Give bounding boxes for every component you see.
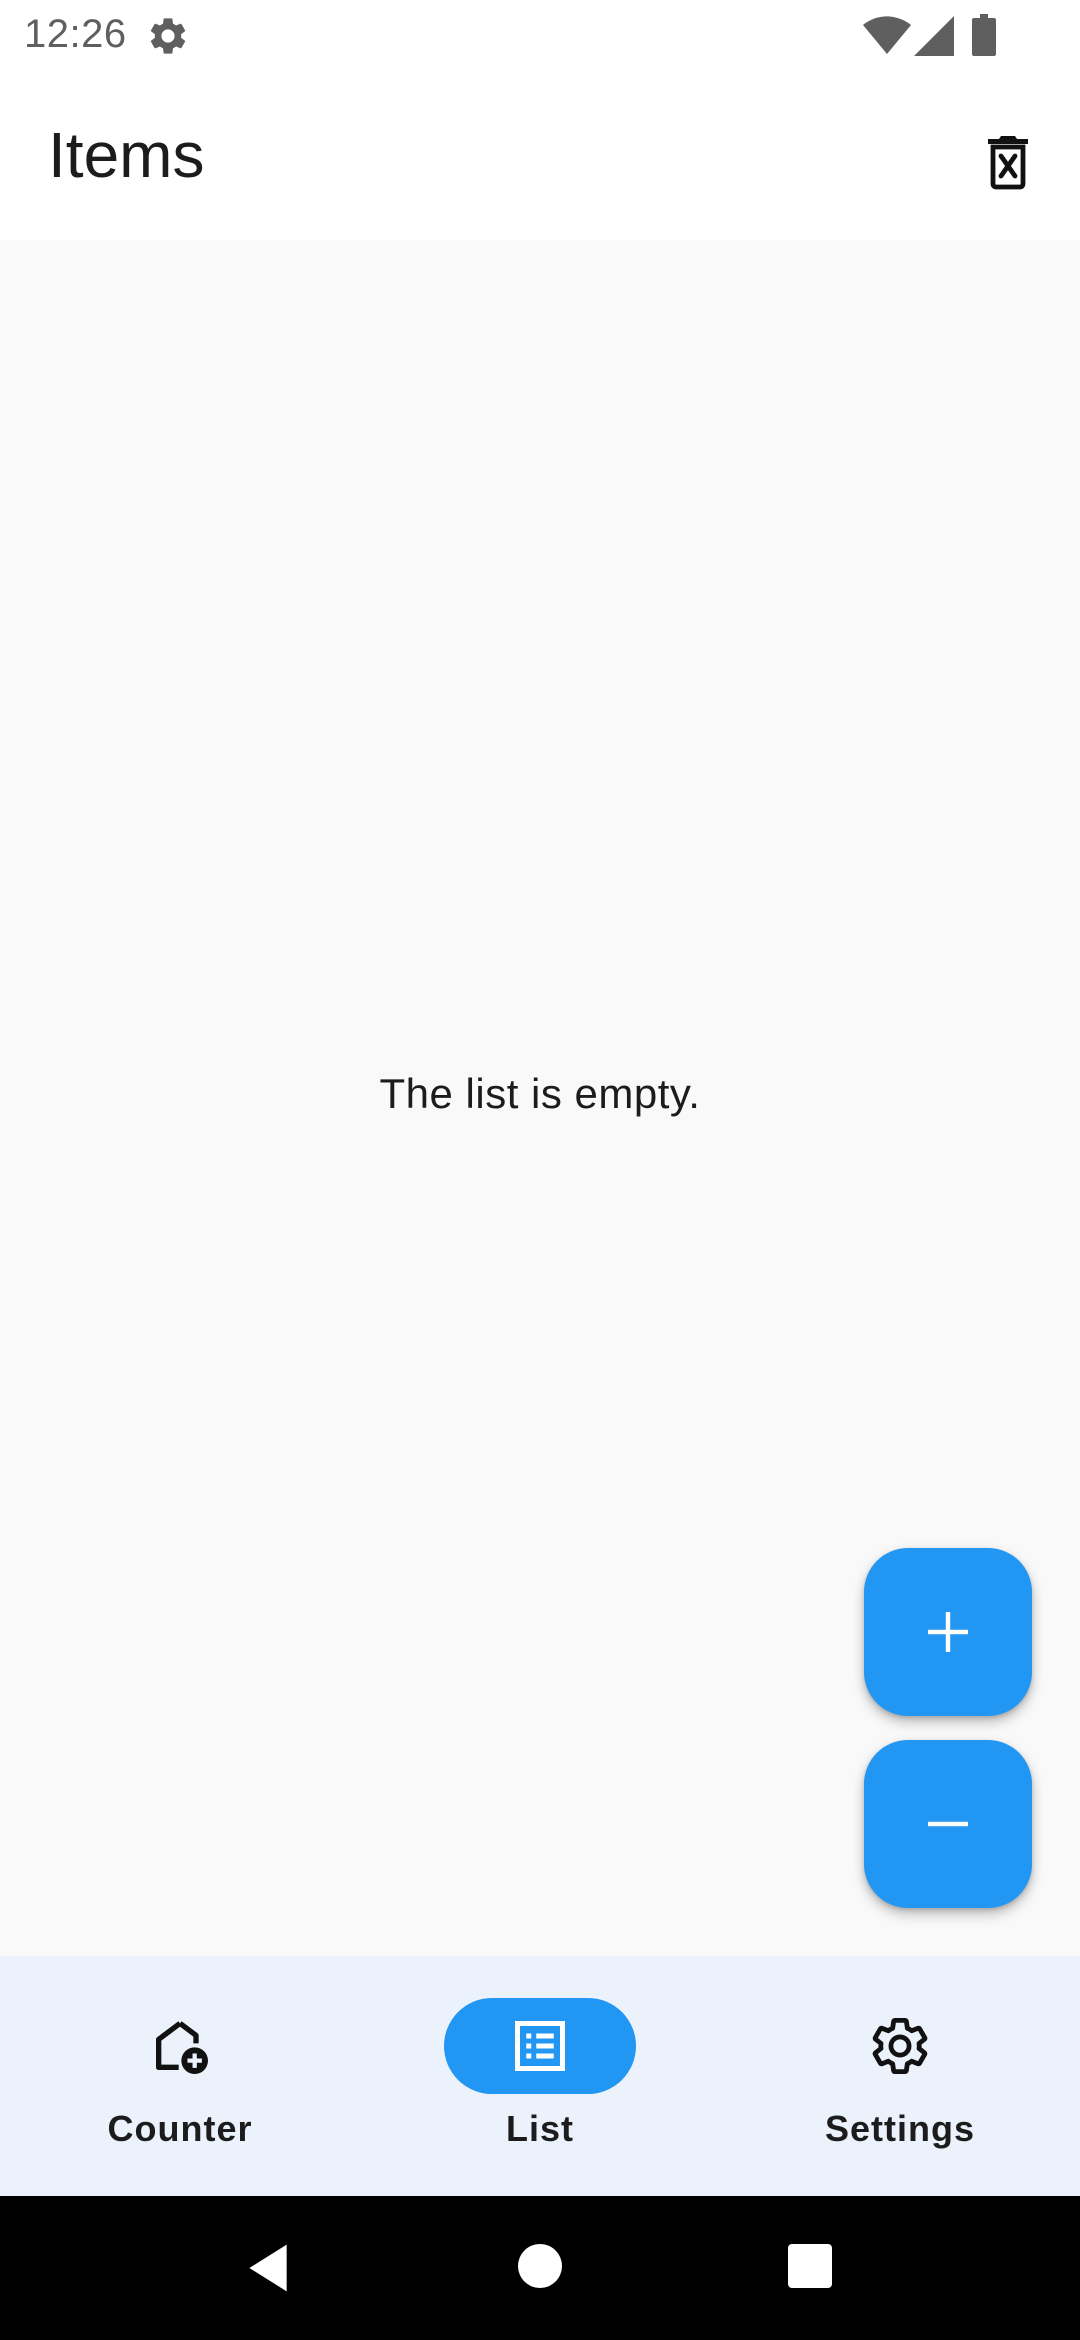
delete-all-button[interactable] [966,120,1050,204]
home-add-icon [156,2021,208,2074]
add-item-button[interactable] [864,1548,1032,1716]
status-time: 12:26 [24,12,127,56]
plus-icon [928,1612,968,1652]
nav-item-list[interactable]: List [360,1956,720,2196]
gear-icon [872,2018,928,2074]
screen: 12:26 Items The list is empty. Counter L… [0,0,1080,2340]
nav-item-counter[interactable]: Counter [0,1956,360,2196]
nav-label-list: List [505,2108,574,2149]
list-icon [515,2021,565,2071]
minus-icon [928,1821,968,1827]
back-icon[interactable] [240,2240,296,2296]
system-navigation-bar [0,2196,1080,2340]
page-title: Items [48,119,205,191]
cell-signal-icon [914,16,954,56]
wifi-icon [863,16,911,54]
nav-label-counter: Counter [107,2108,253,2149]
nav-label-settings: Settings [824,2108,975,2149]
nav-indicator [84,1998,276,2094]
nav-item-settings[interactable]: Settings [720,1956,1080,2196]
bottom-navigation: Counter List Settings [0,1956,1080,2196]
remove-item-button[interactable] [864,1740,1032,1908]
empty-list-message: The list is empty. [379,1070,701,1117]
delete-all-icon [988,136,1028,190]
recents-icon[interactable] [786,2242,834,2290]
nav-indicator-active [444,1998,636,2094]
status-bar: 12:26 [0,0,1080,72]
battery-icon [972,14,996,56]
home-icon[interactable] [516,2242,564,2290]
app-bar: Items [0,72,1080,240]
settings-gear-icon [150,18,186,54]
nav-indicator [804,1998,996,2094]
